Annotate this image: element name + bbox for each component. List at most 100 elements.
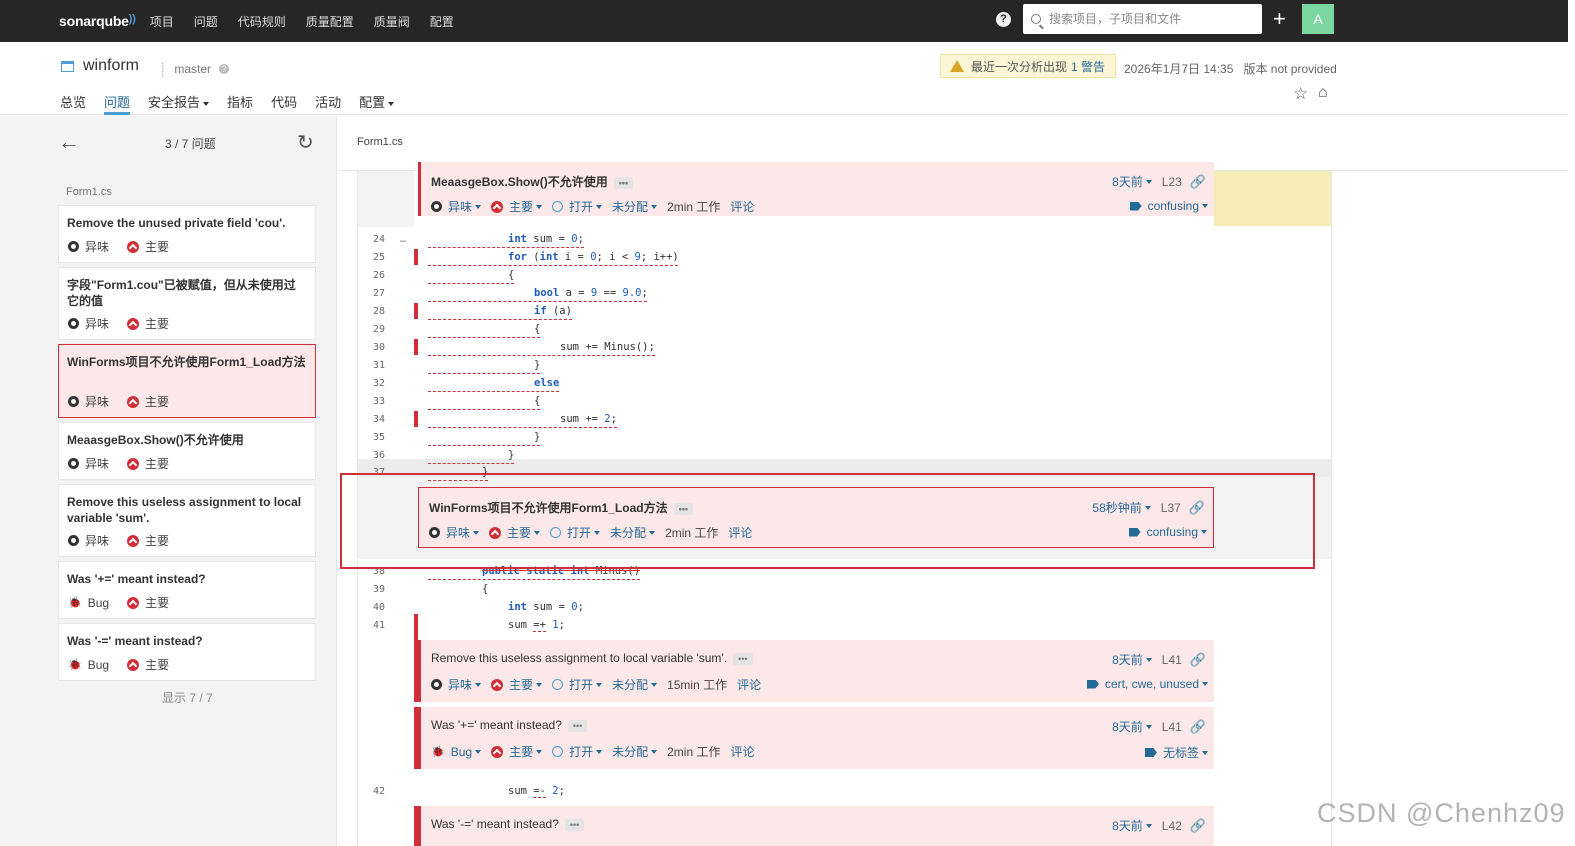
issue-card[interactable]: Remove this useless assignment to local … [58, 484, 316, 557]
line-number[interactable]: 25 [357, 252, 401, 263]
issue-block[interactable]: MeaasgeBox.Show()不允许使用 ••• 8天前 L23 🔗 异味 主要 … [418, 162, 1214, 216]
analysis-warning[interactable]: 最近一次分析出现 1 警告 [940, 54, 1116, 78]
more-icon[interactable]: ••• [613, 176, 634, 189]
issue-type-select[interactable]: 异味 [448, 198, 472, 215]
line-number[interactable]: 26 [357, 270, 401, 281]
issue-card[interactable]: Was '-=' meant instead? 🐞 Bug 主要 [58, 623, 316, 681]
issue-status-select[interactable]: 打开 [569, 743, 593, 760]
issue-gutter-marker[interactable] [414, 806, 418, 846]
issue-tags[interactable]: cert, cwe, unused [1086, 677, 1208, 691]
issue-title[interactable]: Remove this useless assignment to local … [431, 651, 753, 665]
issue-status-select[interactable]: 打开 [569, 676, 593, 693]
issue-tags[interactable]: 无标签 [1144, 744, 1208, 761]
menu-quality-profiles[interactable]: 质量配置 [306, 13, 354, 30]
issue-comment-link[interactable]: 评论 [730, 198, 754, 215]
star-icon[interactable]: ☆ [1293, 84, 1308, 104]
project-title[interactable]: winform [61, 57, 139, 75]
issue-card[interactable]: MeaasgeBox.Show()不允许使用 异味 主要 [58, 422, 316, 480]
tab-security-reports[interactable]: 安全报告 [148, 92, 210, 114]
line-number[interactable]: 41 [357, 620, 401, 631]
issue-comment-link[interactable]: 评论 [730, 743, 754, 760]
line-number[interactable]: 33 [357, 396, 401, 407]
more-icon[interactable]: ••• [564, 818, 585, 831]
line-number[interactable]: 40 [357, 602, 401, 613]
issue-type-select[interactable]: Bug [451, 745, 472, 759]
sonarqube-logo[interactable]: sonarqube)) [59, 13, 136, 29]
link-icon[interactable]: 🔗 [1190, 818, 1206, 834]
issue-card-selected[interactable]: WinForms项目不允许使用Form1_Load方法 异味 主要 [58, 344, 316, 418]
issue-age[interactable]: 8天前 [1112, 817, 1143, 834]
line-number[interactable]: 29 [357, 324, 401, 335]
back-arrow-icon[interactable]: ← [58, 131, 80, 153]
help-icon[interactable]: ? [996, 12, 1011, 27]
issue-type-select[interactable]: 异味 [446, 524, 470, 541]
issue-assignee-select[interactable]: 未分配 [612, 743, 648, 760]
more-icon[interactable]: ••• [733, 652, 753, 665]
issue-card[interactable]: Was '+=' meant instead? 🐞 Bug 主要 [58, 561, 316, 619]
issue-tags[interactable]: confusing [1129, 199, 1208, 213]
warning-link[interactable]: 1 警告 [1071, 58, 1105, 75]
tab-overview[interactable]: 总览 [60, 92, 86, 114]
line-number[interactable]: 42 [357, 786, 401, 797]
tab-measures[interactable]: 指标 [227, 92, 253, 114]
issue-gutter-marker[interactable] [414, 640, 418, 702]
line-number[interactable]: 30 [357, 342, 401, 353]
line-number[interactable]: 24… [357, 234, 406, 245]
avatar[interactable]: A [1302, 4, 1334, 34]
issue-gutter-marker[interactable] [414, 614, 418, 640]
line-number[interactable]: 27 [357, 288, 401, 299]
link-icon[interactable]: 🔗 [1190, 174, 1206, 190]
line-number[interactable]: 34 [357, 414, 401, 425]
menu-projects[interactable]: 项目 [150, 13, 174, 30]
refresh-icon[interactable]: ↻ [297, 130, 314, 155]
issue-severity-select[interactable]: 主要 [509, 676, 533, 693]
line-number[interactable]: 35 [357, 432, 401, 443]
issue-title[interactable]: Was '+=' meant instead? ••• [431, 718, 588, 732]
issue-block[interactable]: Remove this useless assignment to local … [418, 640, 1214, 702]
issue-severity-select[interactable]: 主要 [509, 198, 533, 215]
issue-severity-select[interactable]: 主要 [507, 524, 531, 541]
line-number[interactable]: 32 [357, 378, 401, 389]
issue-status-select[interactable]: 打开 [569, 198, 593, 215]
issue-title[interactable]: MeaasgeBox.Show()不允许使用 ••• [431, 173, 634, 190]
tab-activity[interactable]: 活动 [315, 92, 341, 114]
issue-comment-link[interactable]: 评论 [728, 524, 752, 541]
tab-code[interactable]: 代码 [271, 92, 297, 114]
issue-gutter-marker[interactable] [414, 339, 418, 355]
issue-severity-select[interactable]: 主要 [509, 743, 533, 760]
help-circle-icon[interactable]: ? [219, 64, 230, 74]
more-icon[interactable]: ••• [673, 502, 694, 515]
issue-title[interactable]: Was '-=' meant instead? ••• [431, 817, 585, 831]
issue-block[interactable]: Was '-=' meant instead? ••• 8天前 L42 🔗 [418, 806, 1214, 846]
tab-configuration[interactable]: 配置 [359, 92, 395, 114]
search-input[interactable] [1049, 12, 1249, 26]
link-icon[interactable]: 🔗 [1189, 500, 1205, 516]
link-icon[interactable]: 🔗 [1190, 719, 1206, 735]
issue-assignee-select[interactable]: 未分配 [610, 524, 646, 541]
issue-age[interactable]: 58秒钟前 [1092, 499, 1141, 516]
issue-card[interactable]: 字段"Form1.cou"已被赋值，但从未使用过它的值 异味 主要 [58, 267, 316, 340]
issue-age[interactable]: 8天前 [1112, 173, 1143, 190]
link-icon[interactable]: 🔗 [1190, 652, 1206, 668]
menu-administration[interactable]: 配置 [430, 13, 454, 30]
line-number[interactable]: 37 [357, 467, 401, 478]
project-name[interactable]: winform [83, 57, 139, 75]
issue-gutter-marker[interactable] [414, 411, 418, 427]
issue-age[interactable]: 8天前 [1112, 651, 1143, 668]
issue-gutter-marker[interactable] [414, 249, 418, 265]
global-search[interactable] [1023, 4, 1262, 34]
issue-block-selected[interactable]: WinForms项目不允许使用Form1_Load方法 ••• 58秒钟前 L37 🔗… [418, 487, 1214, 548]
issue-status-select[interactable]: 打开 [567, 524, 591, 541]
issue-type-select[interactable]: 异味 [448, 676, 472, 693]
line-number[interactable]: 31 [357, 360, 401, 371]
tab-issues[interactable]: 问题 [104, 92, 131, 115]
issue-comment-link[interactable]: 评论 [737, 676, 761, 693]
plus-icon[interactable]: + [1273, 8, 1286, 30]
issue-assignee-select[interactable]: 未分配 [612, 676, 648, 693]
file-name[interactable]: Form1.cs [357, 136, 403, 148]
line-number[interactable]: 36 [357, 450, 401, 461]
issue-title[interactable]: WinForms项目不允许使用Form1_Load方法 ••• [429, 499, 694, 516]
issue-gutter-marker[interactable] [414, 707, 418, 769]
line-number[interactable]: 38 [357, 566, 401, 577]
menu-issues[interactable]: 问题 [194, 13, 218, 30]
